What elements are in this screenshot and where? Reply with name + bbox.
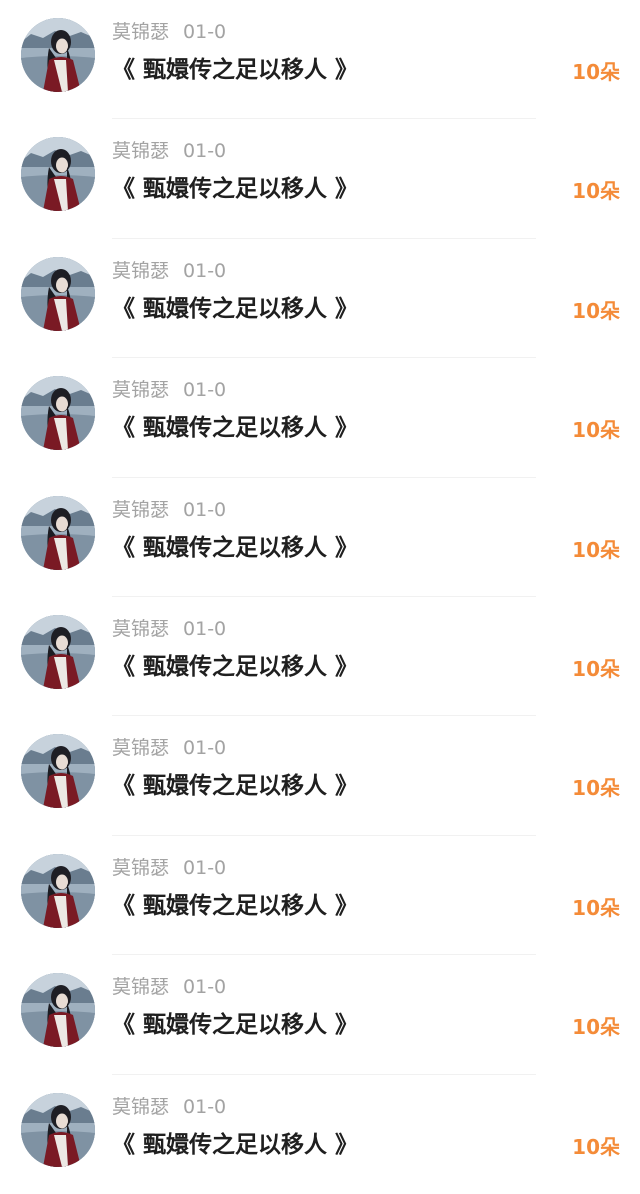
work-title: 《 甄嬛传之足以移人 》 — [112, 534, 359, 561]
timestamp: 01-0 — [183, 140, 227, 163]
work-title: 《 甄嬛传之足以移人 》 — [112, 1131, 359, 1158]
user-meta: 莫锦瑟 01-0 — [112, 736, 226, 760]
timestamp: 01-0 — [183, 259, 227, 282]
username[interactable]: 莫锦瑟 — [112, 499, 169, 521]
user-meta: 莫锦瑟 01-0 — [112, 139, 226, 163]
username[interactable]: 莫锦瑟 — [112, 260, 169, 282]
work-title: 《 甄嬛传之足以移人 》 — [112, 892, 359, 919]
avatar[interactable] — [21, 734, 95, 809]
list-item[interactable]: 莫锦瑟 01-0 《 甄嬛传之足以移人 》 10朵 — [0, 358, 640, 478]
username[interactable]: 莫锦瑟 — [112, 21, 169, 43]
username[interactable]: 莫锦瑟 — [112, 379, 169, 401]
gift-count: 10朵 — [572, 418, 620, 443]
timestamp: 01-0 — [183, 379, 227, 402]
work-title: 《 甄嬛传之足以移人 》 — [112, 57, 359, 83]
avatar[interactable] — [21, 973, 95, 1048]
gift-count: 10朵 — [572, 776, 620, 801]
gift-count: 10朵 — [572, 537, 620, 562]
work-title: 《 甄嬛传之足以移人 》 — [112, 415, 359, 442]
user-meta: 莫锦瑟 01-0 — [112, 378, 226, 402]
username[interactable]: 莫锦瑟 — [112, 737, 169, 759]
list-item[interactable]: 莫锦瑟 01-0 《 甄嬛传之足以移人 》 10朵 — [0, 836, 640, 956]
timestamp: 01-0 — [183, 498, 227, 521]
user-meta: 莫锦瑟 01-0 — [112, 498, 226, 522]
list-item[interactable]: 莫锦瑟 01-0 《 甄嬛传之足以移人 》 10朵 — [0, 0, 640, 120]
avatar[interactable] — [21, 495, 95, 570]
gift-count: 10朵 — [572, 298, 620, 323]
username[interactable]: 莫锦瑟 — [112, 976, 169, 998]
list-item[interactable]: 莫锦瑟 01-0 《 甄嬛传之足以移人 》 10朵 — [0, 597, 640, 717]
user-meta: 莫锦瑟 01-0 — [112, 617, 226, 641]
timestamp: 01-0 — [183, 21, 227, 43]
list-item[interactable]: 莫锦瑟 01-0 《 甄嬛传之足以移人 》 10朵 — [0, 119, 640, 240]
user-meta: 莫锦瑟 01-0 — [112, 856, 226, 880]
list-item[interactable]: 莫锦瑟 01-0 《 甄嬛传之足以移人 》 10朵 — [0, 1075, 640, 1194]
avatar[interactable] — [21, 256, 95, 331]
username[interactable]: 莫锦瑟 — [112, 618, 169, 640]
list-item[interactable]: 莫锦瑟 01-0 《 甄嬛传之足以移人 》 10朵 — [0, 955, 640, 1075]
list-item[interactable]: 莫锦瑟 01-0 《 甄嬛传之足以移人 》 10朵 — [0, 239, 640, 359]
list-item[interactable]: 莫锦瑟 01-0 《 甄嬛传之足以移人 》 10朵 — [0, 716, 640, 837]
gift-record-list: 莫锦瑟 01-0 《 甄嬛传之足以移人 》 10朵 莫锦瑟 01-0 《 甄嬛传… — [0, 0, 640, 1182]
work-title: 《 甄嬛传之足以移人 》 — [112, 295, 359, 322]
gift-count: 10朵 — [572, 895, 620, 920]
gift-count: 10朵 — [572, 1134, 620, 1159]
work-title: 《 甄嬛传之足以移人 》 — [112, 653, 359, 680]
timestamp: 01-0 — [183, 976, 227, 999]
username[interactable]: 莫锦瑟 — [112, 140, 169, 162]
username[interactable]: 莫锦瑟 — [112, 857, 169, 879]
avatar[interactable] — [21, 137, 95, 212]
user-meta: 莫锦瑟 01-0 — [112, 975, 226, 999]
avatar[interactable] — [21, 376, 95, 451]
avatar[interactable] — [21, 18, 95, 92]
avatar[interactable] — [21, 1092, 95, 1167]
timestamp: 01-0 — [183, 737, 227, 760]
user-meta: 莫锦瑟 01-0 — [112, 1095, 226, 1119]
gift-count: 10朵 — [572, 60, 620, 84]
list-item[interactable]: 莫锦瑟 01-0 《 甄嬛传之足以移人 》 10朵 — [0, 478, 640, 598]
user-meta: 莫锦瑟 01-0 — [112, 259, 226, 283]
user-meta: 莫锦瑟 01-0 — [112, 20, 226, 44]
gift-count: 10朵 — [572, 1015, 620, 1040]
timestamp: 01-0 — [183, 856, 227, 879]
gift-count: 10朵 — [572, 656, 620, 681]
timestamp: 01-0 — [183, 1095, 227, 1118]
username[interactable]: 莫锦瑟 — [112, 1096, 169, 1118]
work-title: 《 甄嬛传之足以移人 》 — [112, 773, 359, 800]
avatar[interactable] — [21, 614, 95, 689]
gift-count: 10朵 — [572, 179, 620, 204]
avatar[interactable] — [21, 853, 95, 928]
timestamp: 01-0 — [183, 617, 227, 640]
work-title: 《 甄嬛传之足以移人 》 — [112, 1012, 359, 1039]
work-title: 《 甄嬛传之足以移人 》 — [112, 176, 359, 203]
